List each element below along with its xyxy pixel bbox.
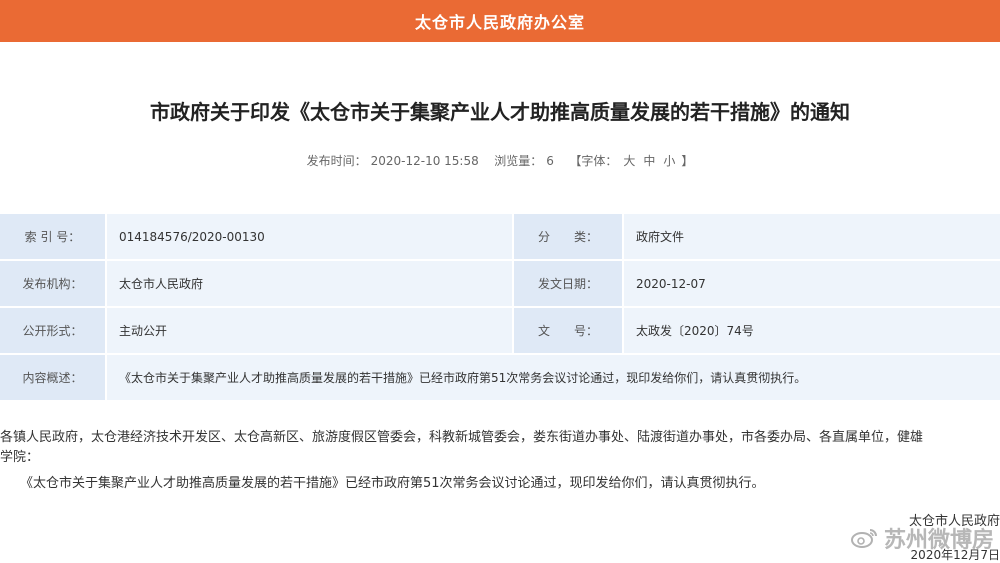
info-row: 发布机构： 太仓市人民政府 发文日期： 2020-12-07 — [0, 260, 1000, 308]
article-body: 各镇人民政府，太仓港经济技术开发区、太仓高新区、旅游度假区管委会，科教新城管委会… — [0, 428, 1000, 494]
watermark-text: 苏州微博房 — [883, 528, 994, 553]
date-label: 发文日期： — [513, 260, 624, 308]
info-row: 公开形式： 主动公开 文 号： 太政发〔2020〕74号 — [0, 307, 1000, 355]
summary-label: 内容概述： — [0, 354, 107, 402]
docno-label: 文 号： — [513, 307, 624, 355]
summary-value: 《太仓市关于集聚产业人才助推高质量发展的若干措施》已经市政府第51次常务会议讨论… — [106, 354, 1000, 402]
recipients-line-2: 学院： — [0, 450, 40, 465]
document-info-table: 索 引 号： 014184576/2020-00130 分 类： 政府文件 发布… — [0, 214, 1000, 402]
views-count: 6 — [546, 154, 554, 168]
issuer-label: 发布机构： — [0, 260, 107, 308]
weibo-logo-icon — [850, 529, 877, 548]
header-banner: 太仓市人民政府办公室 — [0, 0, 1000, 42]
article-title: 市政府关于印发《太仓市关于集聚产业人才助推高质量发展的若干措施》的通知 — [150, 100, 850, 124]
form-label: 公开形式： — [0, 307, 107, 355]
article-meta: 发布时间： 2020-12-10 15:58 浏览量： 6 【字体： 大中小】 — [0, 152, 1000, 169]
category-value: 政府文件 — [623, 214, 1000, 261]
views-label: 浏览量： — [494, 154, 543, 168]
form-value: 主动公开 — [106, 307, 514, 355]
info-row: 内容概述： 《太仓市关于集聚产业人才助推高质量发展的若干措施》已经市政府第51次… — [0, 354, 1000, 402]
publish-label: 发布时间： — [306, 154, 367, 168]
docno-value: 太政发〔2020〕74号 — [623, 307, 1000, 355]
date-value: 2020-12-07 — [623, 260, 1000, 308]
issuer-value: 太仓市人民政府 — [106, 260, 514, 308]
weibo-watermark: 苏州微博房 — [850, 522, 994, 554]
font-size-medium-button[interactable]: 中 — [643, 154, 655, 168]
font-size-close: 】 — [681, 154, 694, 168]
office-name: 太仓市人民政府办公室 — [414, 13, 585, 32]
body-paragraph: 《太仓市关于集聚产业人才助推高质量发展的若干措施》已经市政府第51次常务会议讨论… — [20, 476, 765, 491]
category-label: 分 类： — [513, 214, 624, 261]
publish-time: 2020-12-10 15:58 — [370, 154, 479, 168]
info-row: 索 引 号： 014184576/2020-00130 分 类： 政府文件 — [0, 214, 1000, 261]
font-size-small-button[interactable]: 小 — [663, 154, 675, 168]
recipients-line-1: 各镇人民政府，太仓港经济技术开发区、太仓高新区、旅游度假区管委会，科教新城管委会… — [0, 430, 924, 445]
font-size-open: 【字体： — [569, 154, 618, 168]
index-label: 索 引 号： — [0, 214, 107, 261]
index-value: 014184576/2020-00130 — [106, 214, 514, 261]
font-size-large-button[interactable]: 大 — [623, 154, 635, 168]
